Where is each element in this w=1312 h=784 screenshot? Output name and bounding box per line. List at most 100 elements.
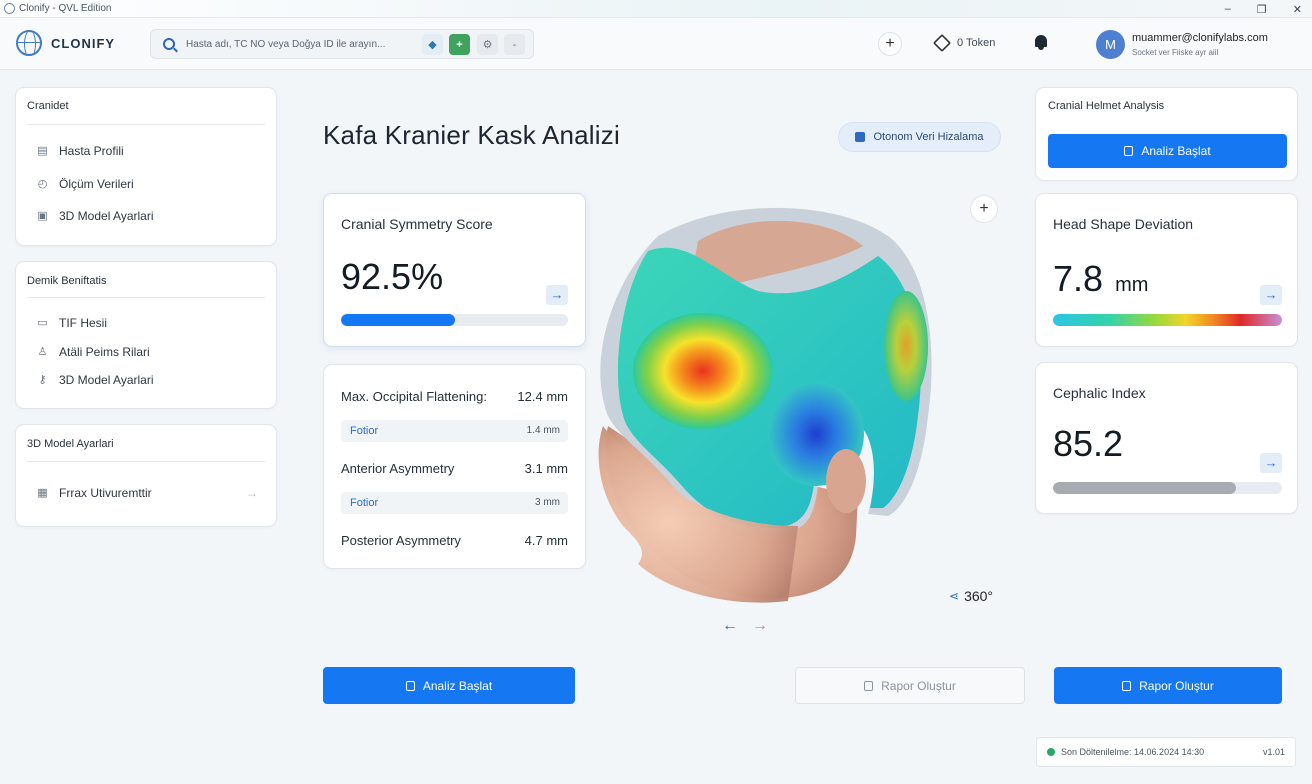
status-bar: Son Döltenilelme: 14.06.2024 14:30 v1.01 xyxy=(1036,737,1296,767)
analyze-button[interactable]: Analiz Başlat xyxy=(323,667,575,704)
prev-arrow-button[interactable]: ← xyxy=(722,617,738,635)
document-icon: ▭ xyxy=(37,317,48,329)
token-label: 0 Token xyxy=(957,37,996,49)
deviation-title: Head Shape Deviation xyxy=(1053,216,1194,232)
arrow-right-icon[interactable]: → xyxy=(1260,285,1282,305)
document-icon xyxy=(1124,146,1134,156)
posterior-asymmetry-value: 4.7 mm xyxy=(524,533,568,548)
symmetry-score-value: 92.5% xyxy=(341,256,444,297)
rotate-label: 360° xyxy=(964,588,994,604)
fotior-row-2: Fotior 3 mm xyxy=(341,492,568,514)
symmetry-score-card: Cranial Symmetry Score 92.5% → xyxy=(323,193,586,347)
bookmark-icon xyxy=(405,680,415,691)
arrow-right-icon: → xyxy=(246,486,258,500)
sidebar-item-label: Atäli Peims Rilari xyxy=(59,345,150,359)
sidebar-item-measurements[interactable]: ◴ Ölçüm Verileri xyxy=(36,177,134,191)
measurements-card: Max. Occipital Flattening: 12.4 mm Fotio… xyxy=(323,364,586,569)
sidebar-item-label: 3D Model Ayarlari xyxy=(59,209,154,223)
head-3d-model[interactable] xyxy=(578,196,948,616)
pressure-hotspot xyxy=(633,313,773,429)
sidebar-section-title: 3D Model Ayarlari xyxy=(27,438,114,450)
sidebar-section-title: Cranidet xyxy=(27,100,69,112)
window-title: Clonify - QVL Edition xyxy=(19,3,112,14)
table-icon: ▦ xyxy=(37,487,48,499)
report-icon xyxy=(1122,680,1132,691)
deviation-progress-fill xyxy=(1053,314,1282,326)
symmetry-progress-track xyxy=(341,314,568,326)
fotior-value: 1.4 mm xyxy=(526,425,560,436)
app-icon xyxy=(4,3,15,14)
anterior-asymmetry-value: 3.1 mm xyxy=(524,461,568,476)
cube-icon: ▣ xyxy=(37,210,48,222)
key-icon: ⚷ xyxy=(38,374,47,386)
last-updated-text: Son Döltenilelme: 14.06.2024 14:30 xyxy=(1061,747,1205,757)
deviation-number: 7.8 xyxy=(1053,258,1104,299)
sidebar-section-demik: Demik Beniftatis ▭ TIF Hesii ♙ Atäli Pei… xyxy=(15,261,277,409)
brand-name: CLONIFY xyxy=(51,35,116,51)
arrow-right-icon[interactable]: → xyxy=(546,285,568,305)
anterior-asymmetry-label: Anterior Asymmetry xyxy=(341,461,455,476)
sidebar-item-3d-model-2[interactable]: ⚷ 3D Model Ayarlari xyxy=(36,373,154,387)
search-bar: ◆ + ⚙ - xyxy=(150,29,534,59)
close-button[interactable]: ✕ xyxy=(1293,3,1302,16)
sidebar-item-label: TIF Hesii xyxy=(59,316,107,330)
user-email: muammer@clonifylabs.com xyxy=(1132,32,1268,44)
occipital-flattening-value: 12.4 mm xyxy=(517,389,568,404)
report-icon xyxy=(864,680,874,691)
report-label: Rapor Oluştur xyxy=(1139,678,1214,693)
fotior-label: Fotior xyxy=(350,497,379,509)
user-subtitle: Socket ver Fiiske ayr aiil xyxy=(1132,48,1219,57)
avatar[interactable]: M xyxy=(1096,30,1125,59)
arrow-right-icon[interactable]: → xyxy=(1260,453,1282,473)
add-button[interactable]: + xyxy=(878,32,902,56)
cube-icon xyxy=(932,33,952,53)
sidebar-item-label: Ölçüm Verileri xyxy=(59,177,134,191)
sidebar-item-frrax[interactable]: ▦ Frrax Utivuremttir → xyxy=(36,486,258,500)
sidebar-item-patient-profile[interactable]: ▤ Hasta Profili xyxy=(36,144,123,158)
align-icon xyxy=(855,132,866,142)
viewer-nav: ← → xyxy=(722,617,768,635)
ear-shape xyxy=(826,449,866,513)
window-titlebar: Clonify - QVL Edition – ❐ ✕ xyxy=(0,0,1312,18)
add-patient-button[interactable]: + xyxy=(449,34,470,55)
sidebar-item-label: 3D Model Ayarlari xyxy=(59,373,154,387)
sidebar-item-atali[interactable]: ♙ Atäli Peims Rilari xyxy=(36,345,150,359)
divider xyxy=(27,124,265,125)
next-arrow-button[interactable]: → xyxy=(752,617,768,635)
pressure-side-spot xyxy=(884,291,928,401)
brand-logo[interactable]: CLONIFY xyxy=(16,30,115,56)
sidebar-section-title: Demik Beniftatis xyxy=(27,275,107,287)
bell-icon[interactable] xyxy=(1033,34,1049,50)
rotate-360-button[interactable]: ⋖ 360° xyxy=(949,588,993,604)
auto-align-label: Otonom Veri Hizalama xyxy=(873,131,984,143)
deviation-progress-track xyxy=(1053,314,1282,326)
zoom-in-button[interactable]: + xyxy=(970,195,998,223)
cephalic-progress-track xyxy=(1053,482,1282,494)
search-input[interactable] xyxy=(186,38,416,50)
settings-button[interactable]: ⚙ xyxy=(477,34,498,55)
sidebar-item-3d-model[interactable]: ▣ 3D Model Ayarlari xyxy=(36,209,154,223)
search-icon xyxy=(163,38,175,50)
symmetry-score-title: Cranial Symmetry Score xyxy=(341,216,493,232)
posterior-asymmetry-label: Posterior Asymmetry xyxy=(341,533,461,548)
collapse-button[interactable]: - xyxy=(504,34,525,55)
fotior-row-1: Fotior 1.4 mm xyxy=(341,420,568,442)
report-button[interactable]: Rapor Oluştur xyxy=(1054,667,1282,704)
helmet-analysis-card: Cranial Helmet Analysis Analiz Başlat xyxy=(1035,87,1298,181)
helmet-analyze-button[interactable]: Analiz Başlat xyxy=(1048,134,1287,168)
scan-button[interactable]: ◆ xyxy=(422,34,443,55)
maximize-button[interactable]: ❐ xyxy=(1257,3,1267,16)
page-title: Kafa Kranier Kask Analizi xyxy=(323,120,620,150)
minimize-button[interactable]: – xyxy=(1225,3,1231,15)
report-button-disabled[interactable]: Rapor Oluştur xyxy=(795,667,1025,704)
auto-align-button[interactable]: Otonom Veri Hizalama xyxy=(838,122,1001,152)
helmet-analysis-title: Cranial Helmet Analysis xyxy=(1048,100,1165,112)
sidebar-item-tif[interactable]: ▭ TIF Hesii xyxy=(36,316,107,330)
deviation-value: 7.8 mm xyxy=(1053,258,1148,300)
head-deviation-card: Head Shape Deviation 7.8 mm → xyxy=(1035,193,1298,347)
cephalic-index-card: Cephalic Index 85.2 → xyxy=(1035,362,1298,514)
cephalic-title: Cephalic Index xyxy=(1053,385,1146,401)
helmet-analyze-label: Analiz Başlat xyxy=(1141,144,1211,158)
token-counter[interactable]: 0 Token xyxy=(932,33,996,53)
share-icon: ⋖ xyxy=(949,589,960,603)
